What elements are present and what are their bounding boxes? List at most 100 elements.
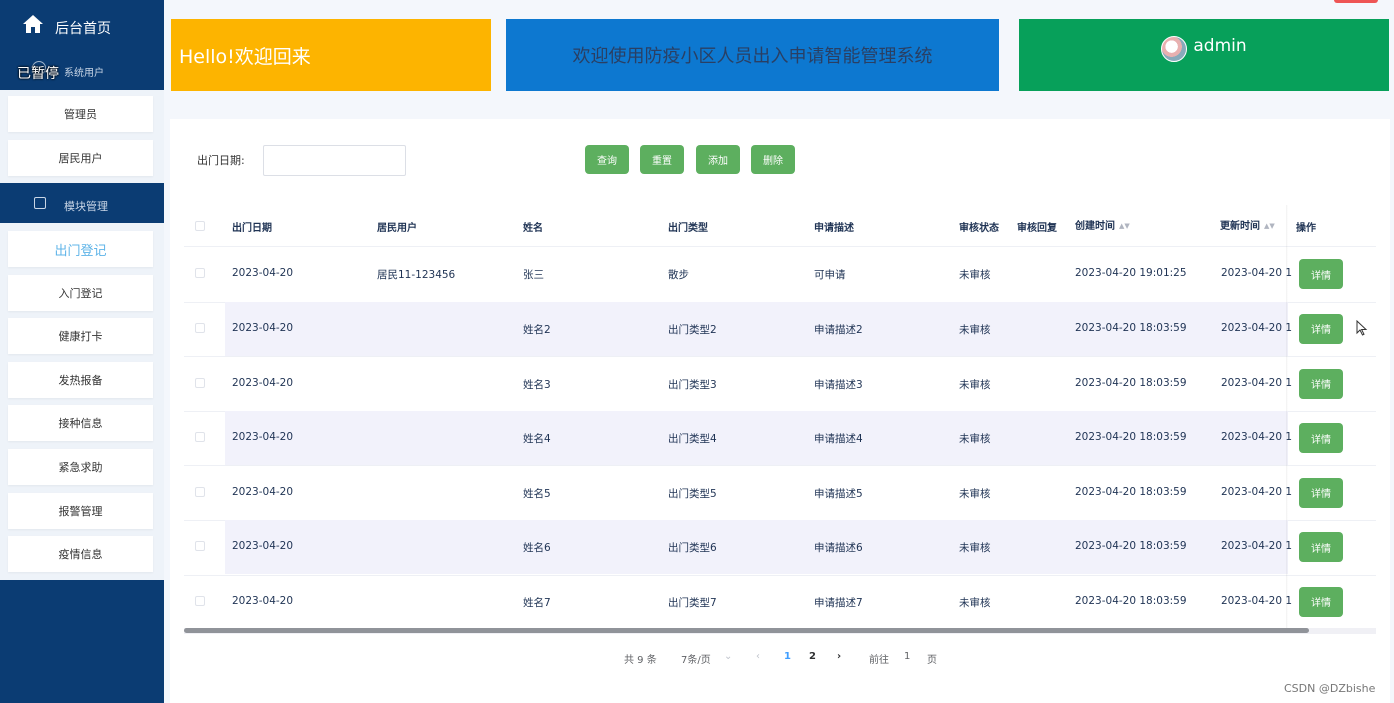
exit-date-input[interactable] — [263, 145, 406, 176]
sidebar-home[interactable]: 后台首页 — [0, 4, 164, 50]
cell-review-status: 未审核 — [959, 433, 991, 446]
cell-description: 申请描述4 — [814, 433, 863, 446]
sidebar-item-alarm-management[interactable]: 报警管理 — [8, 493, 153, 529]
avatar[interactable] — [1161, 36, 1188, 62]
cell-exit-type: 出门类型2 — [668, 323, 717, 336]
cell-description: 申请描述6 — [814, 542, 863, 555]
cell-name: 姓名3 — [523, 378, 551, 391]
sidebar-item-health-checkin[interactable]: 健康打卡 — [8, 318, 153, 354]
cell-exit-type: 出门类型3 — [668, 378, 717, 391]
cell-exit-date: 2023-04-20 — [232, 594, 294, 607]
detail-button[interactable]: 详情 — [1299, 313, 1343, 344]
home-icon — [23, 15, 43, 33]
page-size-select[interactable]: 7条/页 — [681, 651, 711, 666]
sidebar-module-management[interactable]: 模块管理 — [0, 183, 164, 223]
header-created-time[interactable]: 创建时间 ▲▼ — [1075, 217, 1130, 232]
top-right-indicator — [1334, 0, 1378, 3]
cell-exit-type: 散步 — [668, 269, 689, 282]
detail-button[interactable]: 详情 — [1299, 586, 1343, 617]
username: admin — [1193, 36, 1247, 56]
welcome-text: Hello!欢迎回来 — [179, 45, 311, 68]
detail-button[interactable]: 详情 — [1299, 423, 1343, 454]
header-updated-time[interactable]: 更新时间 ▲▼ — [1220, 217, 1275, 232]
cell-exit-date: 2023-04-20 — [232, 431, 294, 444]
sidebar-system-users[interactable]: 已暂停 系统用户 — [0, 50, 164, 90]
sort-icon[interactable]: ▲▼ — [1119, 222, 1130, 230]
cell-exit-date: 2023-04-20 — [232, 485, 294, 498]
prev-page-icon[interactable]: ‹ — [756, 651, 760, 662]
cell-updated-time: 2023-04-20 1 — [1221, 321, 1293, 334]
sort-icon[interactable]: ▲▼ — [1264, 222, 1275, 230]
select-all-checkbox[interactable] — [195, 221, 205, 231]
cell-exit-type: 出门类型4 — [668, 433, 717, 446]
detail-button[interactable]: 详情 — [1299, 368, 1343, 399]
sidebar-item-emergency-help[interactable]: 紧急求助 — [8, 449, 153, 485]
sidebar-item-residents[interactable]: 居民用户 — [8, 140, 153, 176]
cell-created-time: 2023-04-20 18:03:59 — [1075, 540, 1187, 553]
cell-name: 姓名2 — [523, 323, 551, 336]
cell-description: 申请描述7 — [814, 596, 863, 609]
cell-name: 张三 — [523, 269, 544, 282]
mouse-cursor-icon — [1356, 320, 1368, 336]
sidebar-item-epidemic-info[interactable]: 疫情信息 — [8, 536, 153, 572]
page-1[interactable]: 1 — [784, 651, 791, 662]
pagination-total: 共 9 条 — [624, 655, 657, 666]
row-checkbox[interactable] — [195, 486, 205, 497]
cell-description: 可申请 — [814, 269, 846, 282]
cell-resident: 居民11-123456 — [377, 269, 456, 282]
chevron-down-icon[interactable]: ⌄ — [724, 651, 732, 662]
sidebar-home-label: 后台首页 — [55, 21, 111, 37]
detail-button[interactable]: 详情 — [1299, 532, 1343, 563]
row-checkbox[interactable] — [195, 268, 205, 279]
cell-review-status: 未审核 — [959, 542, 991, 555]
sidebar-item-admin[interactable]: 管理员 — [8, 96, 153, 132]
page-2[interactable]: 2 — [809, 651, 816, 662]
cell-updated-time: 2023-04-20 1 — [1221, 431, 1293, 444]
horizontal-scrollbar[interactable] — [184, 628, 1309, 633]
row-checkbox[interactable] — [195, 377, 205, 388]
reset-button[interactable]: 重置 — [640, 145, 684, 174]
user-banner: admin — [1019, 19, 1389, 91]
detail-button[interactable]: 详情 — [1299, 477, 1343, 508]
sidebar: 后台首页 已暂停 系统用户 管理员 居民用户 模块管理 出门登记 入门登记 健康… — [0, 0, 164, 703]
cell-review-status: 未审核 — [959, 378, 991, 391]
row-checkbox[interactable] — [195, 595, 205, 606]
cell-created-time: 2023-04-20 18:03:59 — [1075, 321, 1187, 334]
detail-button[interactable]: 详情 — [1299, 259, 1343, 290]
cell-review-status: 未审核 — [959, 323, 991, 336]
header-exit-date: 出门日期 — [232, 223, 272, 234]
sidebar-item-exit-registration[interactable]: 出门登记 — [8, 231, 153, 267]
header-description: 申请描述 — [814, 223, 854, 234]
goto-page-input[interactable]: 1 — [904, 651, 910, 662]
sidebar-system-users-label: 系统用户 — [64, 68, 104, 79]
welcome-banner: Hello!欢迎回来 — [171, 19, 491, 91]
header-updated-time-label: 更新时间 — [1220, 221, 1260, 232]
row-checkbox[interactable] — [195, 541, 205, 552]
row-checkbox[interactable] — [195, 432, 205, 443]
sidebar-item-entry-registration[interactable]: 入门登记 — [8, 275, 153, 311]
cell-updated-time: 2023-04-20 1 — [1221, 267, 1293, 280]
paused-overlay-label: 已暂停 — [17, 66, 59, 82]
cell-review-status: 未审核 — [959, 269, 991, 282]
cell-created-time: 2023-04-20 18:03:59 — [1075, 431, 1187, 444]
next-page-icon[interactable]: › — [837, 651, 841, 662]
sidebar-system-group: 管理员 居民用户 — [0, 90, 164, 183]
row-checkbox[interactable] — [195, 322, 205, 333]
goto-prefix: 前往 — [869, 655, 889, 666]
cell-review-status: 未审核 — [959, 596, 991, 609]
cell-created-time: 2023-04-20 18:03:59 — [1075, 376, 1187, 389]
sidebar-module-group: 出门登记 入门登记 健康打卡 发热报备 接种信息 紧急求助 报警管理 疫情信息 — [0, 223, 164, 580]
query-button[interactable]: 查询 — [585, 145, 629, 174]
add-button[interactable]: 添加 — [696, 145, 740, 174]
cell-description: 申请描述3 — [814, 378, 863, 391]
delete-button[interactable]: 删除 — [751, 145, 795, 174]
sidebar-item-fever-report[interactable]: 发热报备 — [8, 362, 153, 398]
sidebar-item-vaccination[interactable]: 接种信息 — [8, 405, 153, 441]
cell-description: 申请描述2 — [814, 323, 863, 336]
cell-updated-time: 2023-04-20 1 — [1221, 376, 1293, 389]
cell-updated-time: 2023-04-20 1 — [1221, 540, 1293, 553]
header-actions: 操作 — [1296, 223, 1316, 234]
watermark: CSDN @DZbishe — [1284, 682, 1376, 695]
cell-review-status: 未审核 — [959, 487, 991, 500]
cell-exit-type: 出门类型7 — [668, 596, 717, 609]
